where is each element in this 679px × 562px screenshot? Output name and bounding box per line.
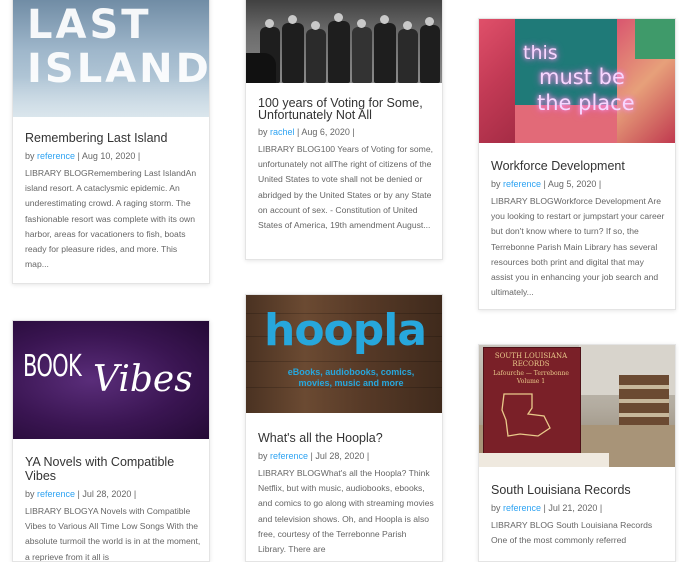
post-excerpt: LIBRARY BLOGWorkforce Development Are yo… <box>491 196 665 298</box>
figure-head <box>380 15 389 24</box>
post-meta: by reference | Jul 28, 2020 | <box>25 489 201 499</box>
meta-by: by <box>491 503 504 513</box>
car-shape <box>246 53 276 83</box>
last-island-image[interactable]: LAST ISLAND <box>13 0 209 117</box>
image-text-vibes: Vibes <box>93 359 193 400</box>
post-excerpt: LIBRARY BLOG100 Years of Voting for some… <box>258 144 434 231</box>
post-title[interactable]: Remembering Last Island <box>25 131 201 145</box>
post-title[interactable]: South Louisiana Records <box>491 483 667 497</box>
neon-the-place: the place <box>537 91 635 115</box>
figure-head <box>311 21 320 30</box>
figure <box>398 29 418 83</box>
louisiana-map-icon <box>501 393 551 437</box>
image-text-island: ISLAND <box>27 46 209 92</box>
post-excerpt: LIBRARY BLOG South Louisiana Records One… <box>491 520 653 546</box>
red-wall <box>479 19 515 143</box>
records-book-image[interactable]: SOUTH LOUISIANA RECORDS Lafourche — Terr… <box>479 345 675 467</box>
figure <box>282 23 304 83</box>
post-title[interactable]: 100 years of Voting for Some, Unfortunat… <box>258 97 434 122</box>
figure <box>374 23 396 83</box>
suffragists-photo[interactable] <box>246 0 442 83</box>
post-excerpt: LIBRARY BLOGRemembering Last IslandAn is… <box>25 168 197 270</box>
post-meta: by reference | Aug 5, 2020 | <box>491 179 667 189</box>
blog-card-south-louisiana: SOUTH LOUISIANA RECORDS Lafourche — Terr… <box>478 344 676 562</box>
figure-head <box>265 19 274 28</box>
blog-card-ya-novels: BOOK Vibes YA Novels with Compatible Vib… <box>12 320 210 562</box>
author-link[interactable]: reference <box>503 503 541 513</box>
post-excerpt: LIBRARY BLOGWhat's all the Hoopla? Think… <box>258 468 434 555</box>
post-title[interactable]: YA Novels with Compatible Vibes <box>25 455 201 483</box>
author-link[interactable]: rachel <box>270 127 295 137</box>
hoopla-image[interactable]: hoopla eBooks, audiobooks, comics, movie… <box>246 295 442 413</box>
meta-by: by <box>258 127 271 137</box>
book-title: SOUTH LOUISIANA RECORDS <box>494 352 568 368</box>
post-meta: by rachel | Aug 6, 2020 | <box>258 127 434 137</box>
post-title[interactable]: Workforce Development <box>491 159 667 173</box>
figure <box>306 29 326 83</box>
blog-card-hoopla: hoopla eBooks, audiobooks, comics, movie… <box>245 294 443 562</box>
meta-by: by <box>491 179 504 189</box>
hoopla-logo: hoopla <box>264 305 427 356</box>
neon-sign-image[interactable]: this must be the place <box>479 19 675 143</box>
image-text-book: BOOK <box>23 349 82 384</box>
blog-card-voting: 100 years of Voting for Some, Unfortunat… <box>245 0 443 260</box>
figure <box>352 27 372 83</box>
hoopla-tagline: eBooks, audiobooks, comics, movies, musi… <box>287 367 415 388</box>
meta-by: by <box>258 451 271 461</box>
book-cover: SOUTH LOUISIANA RECORDS Lafourche — Terr… <box>483 347 581 455</box>
figure-head <box>357 19 366 28</box>
green-tile <box>635 19 675 59</box>
meta-date: | Jul 28, 2020 | <box>308 451 370 461</box>
author-link[interactable]: reference <box>37 151 75 161</box>
figure-head <box>403 21 412 30</box>
figure-head <box>334 13 343 22</box>
post-meta: by reference | Jul 28, 2020 | <box>258 451 434 461</box>
figure <box>420 25 440 83</box>
author-link[interactable]: reference <box>270 451 308 461</box>
meta-by: by <box>25 151 38 161</box>
blog-card-last-island: LAST ISLAND Remembering Last Island by r… <box>12 0 210 284</box>
image-text-last: LAST <box>27 2 152 48</box>
post-title[interactable]: What's all the Hoopla? <box>258 431 434 445</box>
book-subtitle: Lafourche — Terrebonne <box>493 370 569 377</box>
meta-date: | Aug 6, 2020 | <box>294 127 355 137</box>
meta-date: | Jul 21, 2020 | <box>541 503 603 513</box>
meta-by: by <box>25 489 38 499</box>
figure <box>328 21 350 83</box>
author-link[interactable]: reference <box>37 489 75 499</box>
author-link[interactable]: reference <box>503 179 541 189</box>
book-volume: Volume 1 <box>516 378 546 385</box>
post-excerpt: LIBRARY BLOGYA Novels with Compatible Vi… <box>25 506 201 562</box>
meta-date: | Jul 28, 2020 | <box>75 489 137 499</box>
open-book-pages <box>479 453 609 467</box>
post-meta: by reference | Aug 10, 2020 | <box>25 151 201 161</box>
meta-date: | Aug 5, 2020 | <box>541 179 602 189</box>
meta-date: | Aug 10, 2020 | <box>75 151 141 161</box>
figure-head <box>288 15 297 24</box>
wood-grain <box>246 361 442 362</box>
neon-this: this <box>523 42 558 64</box>
book-vibes-image[interactable]: BOOK Vibes <box>13 321 209 439</box>
figure-head <box>425 17 434 26</box>
post-meta: by reference | Jul 21, 2020 | <box>491 503 667 513</box>
blog-card-workforce: this must be the place Workforce Develop… <box>478 18 676 310</box>
neon-must-be: must be <box>539 65 625 89</box>
